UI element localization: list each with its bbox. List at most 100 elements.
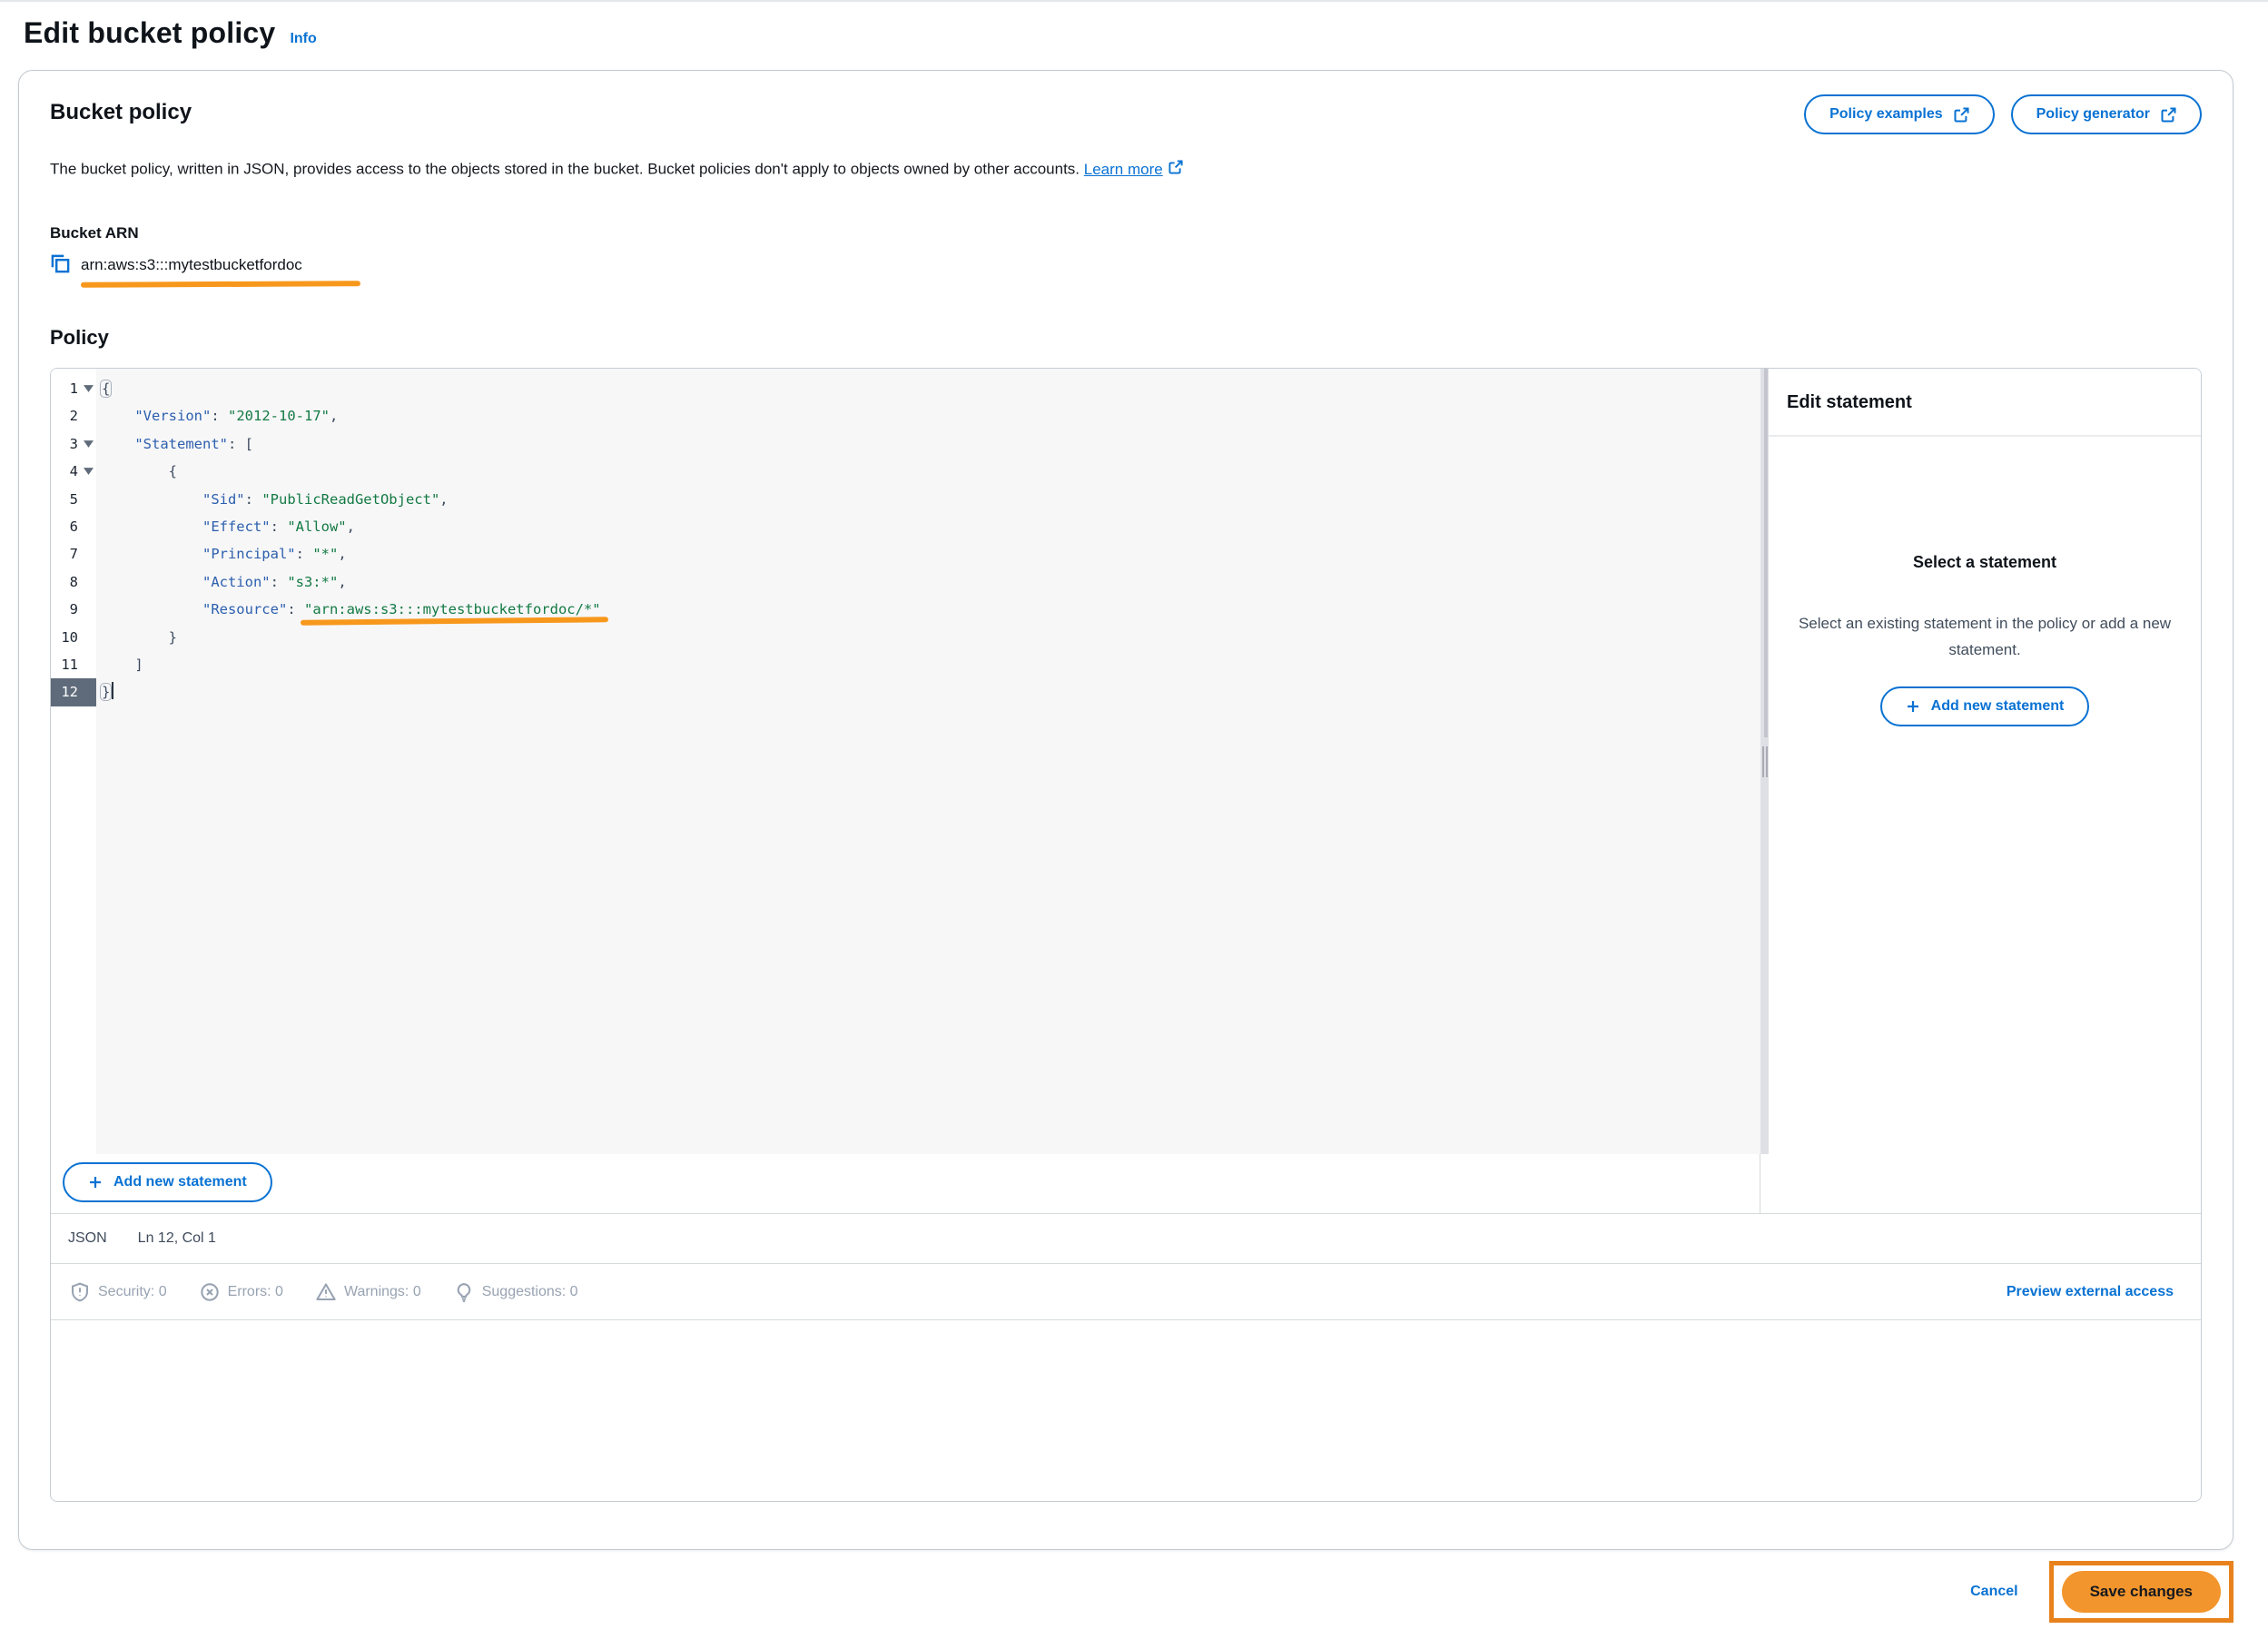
code-token: , xyxy=(338,546,346,562)
problem-label: Warnings: 0 xyxy=(344,1284,421,1300)
problem-label: Suggestions: 0 xyxy=(482,1284,578,1300)
policy-generator-label: Policy generator xyxy=(2036,106,2150,123)
preview-external-access-link[interactable]: Preview external access xyxy=(2007,1284,2174,1300)
fold-spacer xyxy=(81,678,96,706)
code-token xyxy=(101,574,202,590)
code-line-content: "Principal": "*", xyxy=(96,540,347,568)
line-gutter: 2 xyxy=(51,402,96,430)
code-line-content: "Action": "s3:*", xyxy=(96,568,347,596)
code-token: ] xyxy=(101,657,143,673)
description-text: The bucket policy, written in JSON, prov… xyxy=(50,161,1080,178)
code-token: , xyxy=(439,491,448,508)
warning-triangle-icon xyxy=(316,1282,336,1302)
line-gutter: 11 xyxy=(51,651,96,678)
bulb-icon xyxy=(454,1282,474,1302)
problem-indicator: Suggestions: 0 xyxy=(454,1282,578,1302)
add-statement-row: Add new statement xyxy=(51,1154,2201,1213)
fold-toggle-icon[interactable] xyxy=(81,375,96,402)
code-line: 12} xyxy=(51,678,1760,706)
line-gutter: 10 xyxy=(51,624,96,651)
plus-icon xyxy=(88,1175,103,1190)
edit-statement-title: Edit statement xyxy=(1769,369,2201,437)
code-token: "Resource" xyxy=(202,601,287,617)
external-link-icon xyxy=(1169,160,1183,179)
add-new-statement-button-panel[interactable]: Add new statement xyxy=(1880,686,2090,726)
editor-split: 1{2 "Version": "2012-10-17", 3 "Statement… xyxy=(51,369,2201,1154)
fold-toggle-icon[interactable] xyxy=(81,430,96,458)
code-line: 8 "Action": "s3:*", xyxy=(51,568,1760,596)
fold-spacer xyxy=(81,486,96,513)
line-number: 4 xyxy=(51,458,81,485)
code-line: 1{ xyxy=(51,375,1760,402)
info-link[interactable]: Info xyxy=(290,31,316,47)
code-token: "Action" xyxy=(202,574,271,590)
line-number: 7 xyxy=(51,540,81,568)
learn-more-link[interactable]: Learn more xyxy=(1084,160,1183,179)
plus-icon xyxy=(1906,699,1920,714)
line-number: 8 xyxy=(51,568,81,596)
code-token: : xyxy=(287,601,304,617)
code-token-annotated: "arn:aws:s3:::mytestbucketfordoc/*" xyxy=(304,601,601,617)
learn-more-label: Learn more xyxy=(1084,161,1163,179)
bucket-policy-card: Bucket policy Policy examples Policy gen… xyxy=(18,70,2233,1550)
scrollbar-thumb[interactable] xyxy=(1764,369,1768,737)
code-token: : xyxy=(271,574,288,590)
copy-arn-button[interactable] xyxy=(50,253,71,277)
save-changes-button[interactable]: Save changes xyxy=(2062,1571,2221,1613)
line-gutter: 3 xyxy=(51,430,96,458)
code-token xyxy=(101,601,202,617)
external-link-icon xyxy=(1954,107,1969,123)
problem-label: Errors: 0 xyxy=(228,1284,283,1300)
shield-exclamation-icon xyxy=(70,1282,90,1302)
add-new-statement-button[interactable]: Add new statement xyxy=(63,1162,272,1202)
code-token xyxy=(101,491,202,508)
code-line-content: "Resource": "arn:aws:s3:::mytestbucketfo… xyxy=(96,596,601,623)
cancel-button[interactable]: Cancel xyxy=(1970,1584,2017,1600)
policy-generator-button[interactable]: Policy generator xyxy=(2011,94,2202,134)
add-statement-row-right xyxy=(1760,1154,2201,1213)
page-title: Edit bucket policy xyxy=(24,16,275,50)
code-line-content: } xyxy=(96,624,177,651)
policy-examples-button[interactable]: Policy examples xyxy=(1804,94,1995,134)
fold-spacer xyxy=(81,513,96,540)
card-actions: Policy examples Policy generator xyxy=(1804,94,2202,134)
code-line: 11 ] xyxy=(51,651,1760,678)
line-number: 3 xyxy=(51,430,81,458)
problems-list: Security: 0Errors: 0Warnings: 0Suggestio… xyxy=(70,1282,578,1302)
code-token: { xyxy=(100,380,112,398)
code-token: "2012-10-17" xyxy=(228,408,330,424)
code-editor-pane[interactable]: 1{2 "Version": "2012-10-17", 3 "Statement… xyxy=(51,369,1760,1154)
code-token: , xyxy=(330,408,338,424)
fold-spacer xyxy=(81,540,96,568)
code-line-content: ] xyxy=(96,651,143,678)
annotation-underline-arn xyxy=(81,281,360,288)
add-statement-row-left: Add new statement xyxy=(51,1154,1760,1213)
code-token: : xyxy=(211,408,228,424)
line-gutter: 4 xyxy=(51,458,96,485)
code-token xyxy=(101,546,202,562)
code-token: { xyxy=(101,463,177,479)
split-resize-handle[interactable] xyxy=(1762,746,1768,777)
code-token: "Statement" xyxy=(134,436,228,452)
edit-statement-panel: Edit statement Select a statement Select… xyxy=(1769,369,2201,1154)
code-token xyxy=(101,436,134,452)
line-gutter: 8 xyxy=(51,568,96,596)
policy-heading: Policy xyxy=(50,326,2202,350)
error-circle-icon xyxy=(200,1282,220,1302)
code-token: "Principal" xyxy=(202,546,296,562)
line-number: 2 xyxy=(51,402,81,430)
text-cursor xyxy=(112,682,113,699)
code-token: } xyxy=(101,629,177,646)
fold-toggle-icon[interactable] xyxy=(81,458,96,485)
code-token: } xyxy=(100,683,112,701)
code-line-content: "Sid": "PublicReadGetObject", xyxy=(96,486,449,513)
line-number: 9 xyxy=(51,596,81,623)
code-token: "Version" xyxy=(134,408,211,424)
code-token: "*" xyxy=(312,546,338,562)
fold-spacer xyxy=(81,596,96,623)
line-number: 10 xyxy=(51,624,81,651)
editor-status-bar: JSON Ln 12, Col 1 xyxy=(51,1213,2201,1263)
external-link-icon xyxy=(2161,107,2176,123)
select-statement-text: Select an existing statement in the poli… xyxy=(1790,610,2180,663)
code-line-content: } xyxy=(96,678,113,706)
